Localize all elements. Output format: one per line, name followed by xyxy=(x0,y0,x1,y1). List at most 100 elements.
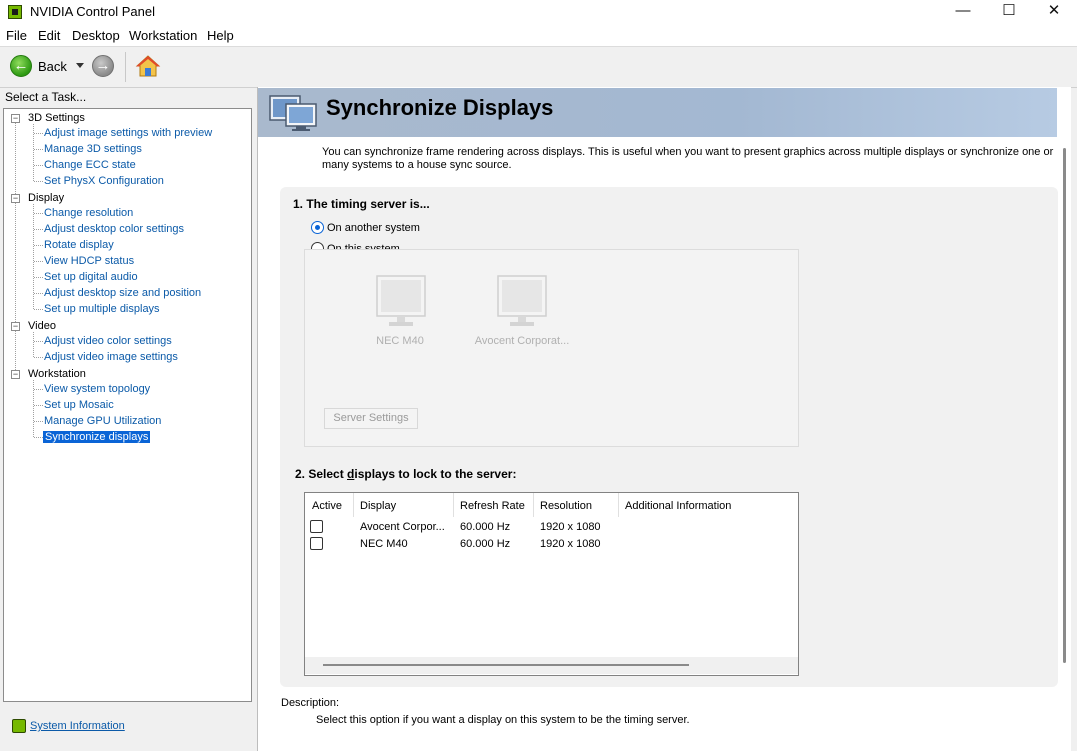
tree-item-set-up-mosaic[interactable]: Set up Mosaic xyxy=(44,399,114,411)
column-header-refresh-rate[interactable]: Refresh Rate xyxy=(460,500,525,512)
expander-workstation[interactable]: − xyxy=(11,370,20,379)
maximize-button[interactable]: ☐ xyxy=(986,0,1032,24)
tree-item-desktop-size[interactable]: Adjust desktop size and position xyxy=(44,287,201,299)
back-arrow-icon: ← xyxy=(13,57,29,74)
monitor-label-avocent: Avocent Corporat... xyxy=(474,335,570,347)
expander-3d-settings[interactable]: − xyxy=(11,114,20,123)
server-settings-button[interactable]: Server Settings xyxy=(324,408,418,429)
timing-server-heading: 1. The timing server is... xyxy=(293,197,430,211)
tree-item-video-image[interactable]: Adjust video image settings xyxy=(44,351,178,363)
column-divider[interactable] xyxy=(353,493,354,517)
tree-item-set-physx[interactable]: Set PhysX Configuration xyxy=(44,175,164,187)
back-button[interactable]: ← xyxy=(10,55,32,77)
forward-button[interactable]: → xyxy=(92,55,114,77)
tree-connector xyxy=(34,357,43,358)
tree-category-3d-settings[interactable]: 3D Settings xyxy=(28,112,85,124)
forward-arrow-icon: → xyxy=(95,57,111,74)
menu-workstation[interactable]: Workstation xyxy=(129,28,197,43)
window-title: NVIDIA Control Panel xyxy=(30,4,156,19)
page-title: Synchronize Displays xyxy=(326,95,554,120)
active-checkbox[interactable] xyxy=(310,537,323,550)
tree-item-video-color[interactable]: Adjust video color settings xyxy=(44,335,172,347)
menu-help[interactable]: Help xyxy=(207,28,234,43)
displays-list xyxy=(304,492,799,676)
menu-desktop[interactable]: Desktop xyxy=(72,28,120,43)
table-cell-resolution[interactable]: 1920 x 1080 xyxy=(540,521,601,533)
tree-item-adjust-desktop-color[interactable]: Adjust desktop color settings xyxy=(44,223,184,235)
tree-item-adjust-image-settings[interactable]: Adjust image settings with preview xyxy=(44,127,212,139)
tree-category-display[interactable]: Display xyxy=(28,192,64,204)
vertical-scroll-thumb[interactable] xyxy=(1063,148,1066,663)
monitor-label-nec: NEC M40 xyxy=(376,335,424,347)
tree-item-system-topology[interactable]: View system topology xyxy=(44,383,150,395)
radio-on-another-system[interactable] xyxy=(311,221,324,234)
toolbar-separator xyxy=(125,52,126,82)
tree-connector xyxy=(34,213,43,214)
monitor-icon xyxy=(497,275,547,326)
tree-connector xyxy=(34,405,43,406)
tree-item-change-ecc-state[interactable]: Change ECC state xyxy=(44,159,136,171)
lock-displays-heading-prefix: 2. Select xyxy=(295,467,348,481)
nvidia-logo-icon xyxy=(8,5,22,19)
column-header-resolution[interactable]: Resolution xyxy=(540,500,592,512)
tree-connector xyxy=(34,261,43,262)
tree-connector xyxy=(34,245,43,246)
column-header-additional-info[interactable]: Additional Information xyxy=(625,500,731,512)
tree-connector xyxy=(34,341,43,342)
home-icon[interactable] xyxy=(135,54,161,78)
tree-connector xyxy=(15,122,16,374)
tree-connector xyxy=(34,293,43,294)
column-header-display[interactable]: Display xyxy=(360,500,396,512)
monitor-icon xyxy=(376,275,426,326)
tree-connector xyxy=(34,389,43,390)
tree-connector xyxy=(34,165,43,166)
tree-connector xyxy=(33,332,34,357)
menu-file[interactable]: File xyxy=(6,28,27,43)
tree-category-workstation[interactable]: Workstation xyxy=(28,368,86,380)
table-cell-resolution[interactable]: 1920 x 1080 xyxy=(540,538,601,550)
system-information-link[interactable]: System Information xyxy=(30,720,125,732)
tree-item-rotate-display[interactable]: Rotate display xyxy=(44,239,114,251)
label-on-another-system[interactable]: On another system xyxy=(327,222,420,234)
tree-item-view-hdcp[interactable]: View HDCP status xyxy=(44,255,134,267)
table-cell-display[interactable]: NEC M40 xyxy=(360,538,408,550)
table-cell-refresh[interactable]: 60.000 Hz xyxy=(460,521,510,533)
title-bar xyxy=(0,0,1077,24)
lock-displays-heading-suffix: isplays to lock to the server: xyxy=(354,467,517,481)
tree-connector xyxy=(34,149,43,150)
horizontal-scroll-thumb[interactable] xyxy=(323,664,689,666)
column-divider[interactable] xyxy=(533,493,534,517)
expander-display[interactable]: − xyxy=(11,194,20,203)
column-header-active[interactable]: Active xyxy=(312,500,342,512)
tree-item-synchronize-displays[interactable]: Synchronize displays xyxy=(43,431,151,443)
toolbar xyxy=(0,47,1077,88)
table-cell-refresh[interactable]: 60.000 Hz xyxy=(460,538,510,550)
tree-category-video[interactable]: Video xyxy=(28,320,56,332)
column-divider[interactable] xyxy=(618,493,619,517)
close-button[interactable]: ✕ xyxy=(1031,0,1077,24)
minimize-button[interactable]: — xyxy=(940,0,986,24)
tree-connector xyxy=(34,133,43,134)
tree-item-gpu-utilization[interactable]: Manage GPU Utilization xyxy=(44,415,161,427)
back-label[interactable]: Back xyxy=(38,59,67,74)
tree-item-digital-audio[interactable]: Set up digital audio xyxy=(44,271,138,283)
select-task-label: Select a Task... xyxy=(5,90,87,104)
tree-connector xyxy=(34,421,43,422)
tree-item-manage-3d-settings[interactable]: Manage 3D settings xyxy=(44,143,142,155)
tree-connector xyxy=(34,229,43,230)
dropdown-arrow-icon[interactable] xyxy=(76,63,84,68)
expander-video[interactable]: − xyxy=(11,322,20,331)
system-information-icon xyxy=(12,719,26,733)
lock-displays-heading: 2. Select displays to lock to the server… xyxy=(295,467,516,481)
tree-connector xyxy=(34,277,43,278)
description-label: Description: xyxy=(281,697,340,709)
tree-item-multiple-displays[interactable]: Set up multiple displays xyxy=(44,303,160,315)
column-divider[interactable] xyxy=(453,493,454,517)
tree-connector xyxy=(34,437,43,438)
intro-text: You can synchronize frame rendering acro… xyxy=(322,146,1054,171)
menu-edit[interactable]: Edit xyxy=(38,28,60,43)
tree-item-change-resolution[interactable]: Change resolution xyxy=(44,207,133,219)
table-cell-display[interactable]: Avocent Corpor... xyxy=(360,521,445,533)
active-checkbox[interactable] xyxy=(310,520,323,533)
tree-connector xyxy=(34,309,43,310)
